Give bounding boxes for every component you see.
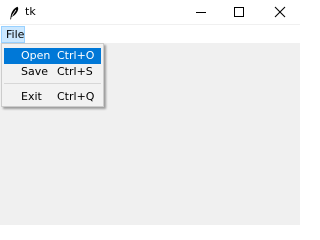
minimize-button[interactable] xyxy=(181,0,219,24)
menu-item-exit-shortcut: Ctrl+Q xyxy=(57,90,95,103)
tk-window: tk File Open Ctrl+O Save Ctrl+S Exit Ctr… xyxy=(0,0,300,225)
maximize-icon xyxy=(234,7,244,17)
minimize-icon xyxy=(196,12,206,13)
file-menu-dropdown: Open Ctrl+O Save Ctrl+S Exit Ctrl+Q xyxy=(1,43,104,107)
title-bar[interactable]: tk xyxy=(0,0,300,24)
menu-item-open[interactable]: Open Ctrl+O xyxy=(4,48,101,64)
menu-separator xyxy=(4,83,101,84)
menu-file[interactable]: File xyxy=(1,26,25,43)
menu-bar: File xyxy=(0,25,300,43)
menu-item-save[interactable]: Save Ctrl+S xyxy=(4,64,101,80)
maximize-button[interactable] xyxy=(220,0,258,24)
menu-item-open-label: Open xyxy=(21,49,51,62)
window-title: tk xyxy=(25,5,36,18)
feather-icon xyxy=(8,5,20,20)
menu-item-open-shortcut: Ctrl+O xyxy=(57,49,95,62)
menu-item-save-label: Save xyxy=(21,65,49,78)
menu-file-label: File xyxy=(6,28,25,41)
close-button[interactable] xyxy=(261,0,299,24)
menu-item-save-shortcut: Ctrl+S xyxy=(57,65,93,78)
menu-item-exit-label: Exit xyxy=(21,90,42,103)
menu-item-exit[interactable]: Exit Ctrl+Q xyxy=(4,89,101,105)
close-icon xyxy=(274,6,286,18)
